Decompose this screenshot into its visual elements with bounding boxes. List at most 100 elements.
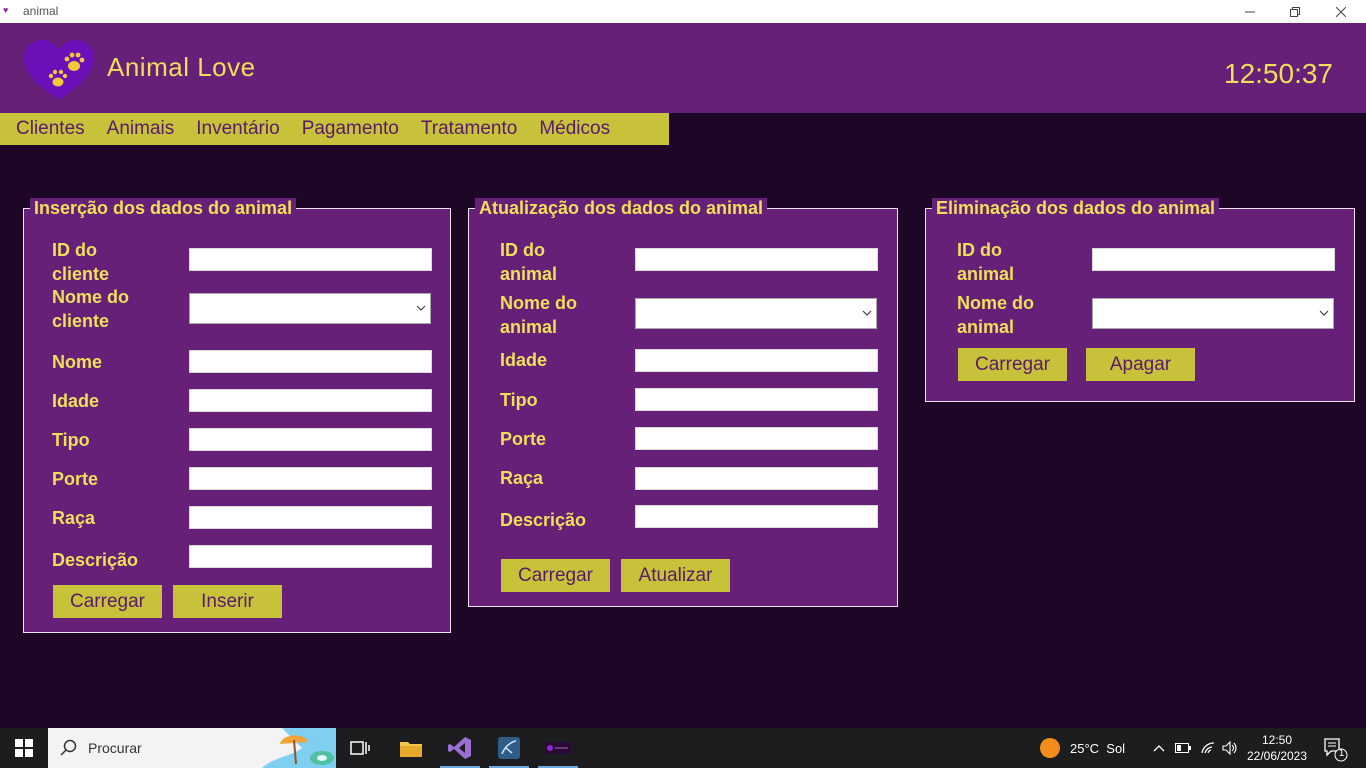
size-label: Porte	[52, 469, 99, 489]
client-id-label: ID do cliente	[52, 240, 110, 284]
chevron-down-icon	[1319, 310, 1329, 316]
update-size-input[interactable]	[635, 427, 878, 450]
description-label: Descrição	[500, 510, 587, 530]
insert-age-input[interactable]	[189, 389, 432, 412]
close-button[interactable]	[1318, 0, 1363, 23]
mysql-workbench-icon	[498, 737, 520, 759]
insert-name-input[interactable]	[189, 350, 432, 373]
close-icon	[1335, 6, 1346, 17]
app-header: Animal Love 12:50:37	[0, 23, 1366, 113]
minimize-icon	[1244, 11, 1255, 12]
delete-animal-name-select[interactable]	[1092, 298, 1334, 329]
age-label: Idade	[52, 391, 100, 411]
update-breed-input[interactable]	[635, 467, 878, 490]
update-panel-legend: Atualização dos dados do animal	[475, 198, 768, 219]
search-placeholder: Procurar	[88, 740, 142, 756]
menu-item-tratamento[interactable]: Tratamento	[410, 118, 528, 140]
insert-load-button[interactable]: Carregar	[53, 585, 162, 618]
clock: 12:50:37	[1224, 58, 1333, 89]
insert-button[interactable]: Inserir	[173, 585, 282, 618]
notification-count: 1	[1338, 748, 1345, 759]
delete-load-button[interactable]: Carregar	[958, 348, 1067, 381]
delete-animal-panel: Eliminação dos dados do animal ID do ani…	[925, 198, 1355, 402]
client-name-label: Nome do cliente	[52, 287, 130, 331]
taskbar-clock[interactable]: 12:50 22/06/2023	[1240, 732, 1314, 764]
menu-item-animais[interactable]: Animais	[96, 118, 186, 140]
visual-studio-button[interactable]	[436, 728, 484, 768]
size-label: Porte	[500, 429, 547, 449]
restore-button[interactable]	[1272, 0, 1317, 23]
battery-icon	[1175, 743, 1191, 753]
animal-app-thumbnail-icon	[545, 742, 571, 754]
weather-text: 25°C Sol	[1070, 740, 1126, 756]
menu-item-medicos[interactable]: Médicos	[528, 118, 621, 140]
start-button[interactable]	[0, 728, 48, 768]
delete-animal-id-input[interactable]	[1092, 248, 1335, 271]
name-label: Nome	[52, 352, 103, 372]
insert-client-id-input[interactable]	[189, 248, 432, 271]
mysql-workbench-button[interactable]	[485, 728, 533, 768]
breed-label: Raça	[52, 508, 96, 528]
weather-widget[interactable]: 25°C Sol	[1040, 738, 1125, 758]
task-view-button[interactable]	[336, 728, 384, 768]
insert-client-name-select[interactable]	[189, 293, 431, 324]
minimize-button[interactable]	[1227, 0, 1272, 23]
wifi-icon	[1201, 742, 1215, 754]
brand-name: Animal Love	[107, 52, 256, 82]
window-title: animal	[23, 4, 59, 18]
insert-animal-panel: Inserção dos dados do animal ID do clien…	[23, 198, 451, 633]
insert-size-input[interactable]	[189, 467, 432, 490]
update-animal-name-select[interactable]	[635, 298, 877, 329]
insert-description-input[interactable]	[189, 545, 432, 568]
breed-label: Raça	[500, 468, 544, 488]
app-heart-icon: ♥	[3, 5, 9, 15]
taskbar-date: 22/06/2023	[1246, 749, 1308, 763]
paw-heart-logo-icon	[24, 40, 94, 100]
insert-breed-input[interactable]	[189, 506, 432, 529]
animal-id-label: ID do animal	[957, 240, 1015, 284]
visual-studio-icon	[448, 737, 471, 759]
network-button[interactable]	[1196, 728, 1220, 768]
task-view-icon	[350, 741, 370, 755]
sun-icon	[1040, 738, 1060, 758]
chevron-up-icon	[1153, 745, 1165, 752]
type-label: Tipo	[500, 390, 538, 410]
main-menu: Clientes Animais Inventário Pagamento Tr…	[0, 113, 669, 145]
update-type-input[interactable]	[635, 388, 878, 411]
taskbar-time: 12:50	[1261, 733, 1293, 747]
windows-logo-icon	[15, 739, 33, 757]
animal-id-label: ID do animal	[500, 240, 558, 284]
search-icon	[60, 739, 77, 756]
show-hidden-icons-button[interactable]	[1147, 728, 1171, 768]
folder-icon	[400, 742, 422, 757]
menu-item-pagamento[interactable]: Pagamento	[291, 118, 410, 140]
volume-button[interactable]	[1218, 728, 1242, 768]
update-age-input[interactable]	[635, 349, 878, 372]
insert-type-input[interactable]	[189, 428, 432, 451]
update-load-button[interactable]: Carregar	[501, 559, 610, 592]
window-titlebar: ♥ animal	[0, 0, 1366, 23]
chevron-down-icon	[862, 310, 872, 316]
animal-name-label: Nome do animal	[957, 293, 1035, 337]
update-button[interactable]: Atualizar	[621, 559, 730, 592]
insert-panel-legend: Inserção dos dados do animal	[30, 198, 297, 219]
battery-button[interactable]	[1171, 728, 1195, 768]
notification-icon	[1324, 738, 1348, 762]
type-label: Tipo	[52, 430, 90, 450]
delete-button[interactable]: Apagar	[1086, 348, 1195, 381]
update-description-input[interactable]	[635, 505, 878, 528]
chevron-down-icon	[416, 305, 426, 311]
taskbar-search[interactable]: Procurar	[48, 728, 336, 768]
speaker-icon	[1222, 741, 1237, 755]
description-label: Descrição	[52, 550, 139, 570]
restore-icon	[1289, 6, 1300, 17]
taskbar: Procurar 25°C Sol 12:50 22/06/2023 1	[0, 728, 1366, 768]
menu-item-inventario[interactable]: Inventário	[185, 118, 290, 140]
notification-center-button[interactable]: 1	[1320, 736, 1350, 762]
file-explorer-button[interactable]	[387, 728, 435, 768]
update-animal-panel: Atualização dos dados do animal ID do an…	[468, 198, 898, 607]
update-animal-id-input[interactable]	[635, 248, 878, 271]
menu-item-clientes[interactable]: Clientes	[5, 118, 96, 140]
animal-name-label: Nome do animal	[500, 293, 578, 337]
animal-app-button[interactable]	[534, 728, 582, 768]
